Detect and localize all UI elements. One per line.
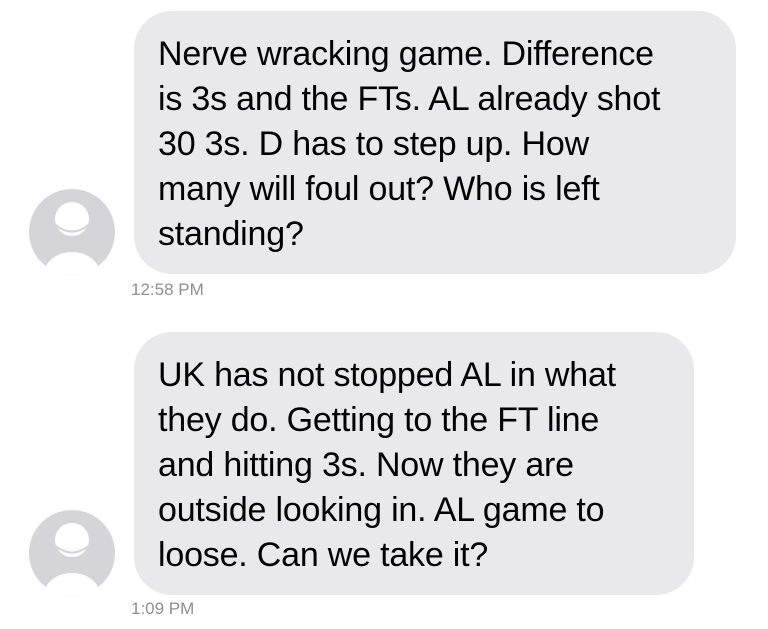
message-thread: Nerve wracking game. Difference is 3s an… [0, 0, 768, 629]
message-timestamp: 12:58 PM [131, 280, 204, 299]
person-placeholder-icon [44, 523, 100, 596]
message-bubble[interactable]: Nerve wracking game. Difference is 3s an… [134, 11, 736, 274]
message-bubble[interactable]: UK has not stopped AL in what they do. G… [134, 332, 694, 595]
person-placeholder-icon [44, 202, 100, 275]
contact-avatar[interactable] [29, 189, 115, 275]
contact-avatar[interactable] [29, 510, 115, 596]
message-timestamp: 1:09 PM [131, 599, 195, 618]
